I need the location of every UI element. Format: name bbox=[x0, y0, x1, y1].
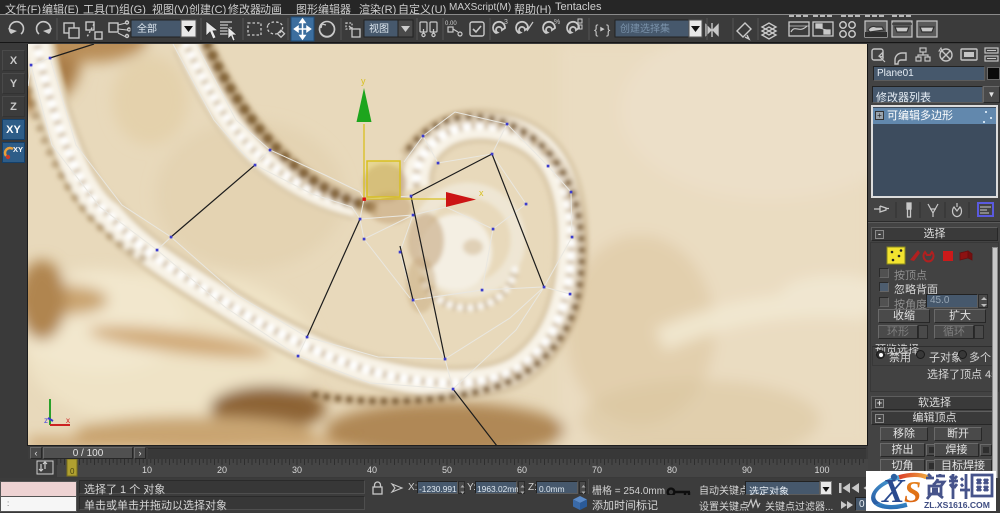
svg-text:{‣}: {‣} bbox=[594, 22, 611, 37]
svg-text:40: 40 bbox=[367, 465, 377, 475]
svg-text:%: % bbox=[554, 19, 560, 26]
svg-text:10: 10 bbox=[142, 465, 152, 475]
svg-text:XY: XY bbox=[13, 145, 23, 154]
svg-text:50: 50 bbox=[442, 465, 452, 475]
svg-text:x: x bbox=[479, 188, 484, 198]
svg-text:80: 80 bbox=[667, 465, 677, 475]
svg-text:90: 90 bbox=[742, 465, 752, 475]
svg-text:全部: 全部 bbox=[137, 22, 157, 35]
svg-text:3: 3 bbox=[504, 19, 508, 26]
svg-text:X: X bbox=[881, 473, 906, 510]
svg-text:20: 20 bbox=[217, 465, 227, 475]
svg-text:0: 0 bbox=[70, 467, 75, 476]
svg-text:视图: 视图 bbox=[369, 22, 389, 35]
svg-text:0.00: 0.00 bbox=[445, 21, 457, 27]
svg-text:70: 70 bbox=[592, 465, 602, 475]
svg-text:60: 60 bbox=[517, 465, 527, 475]
svg-text:S: S bbox=[904, 474, 921, 509]
svg-text:y: y bbox=[361, 76, 366, 86]
svg-text:创建选择集: 创建选择集 bbox=[620, 22, 670, 35]
svg-text:z: z bbox=[44, 416, 48, 425]
svg-text:30: 30 bbox=[292, 465, 302, 475]
svg-text:100: 100 bbox=[814, 465, 829, 475]
svg-text:x: x bbox=[66, 416, 70, 425]
svg-text:ZL.XS1616.COM: ZL.XS1616.COM bbox=[924, 500, 990, 510]
